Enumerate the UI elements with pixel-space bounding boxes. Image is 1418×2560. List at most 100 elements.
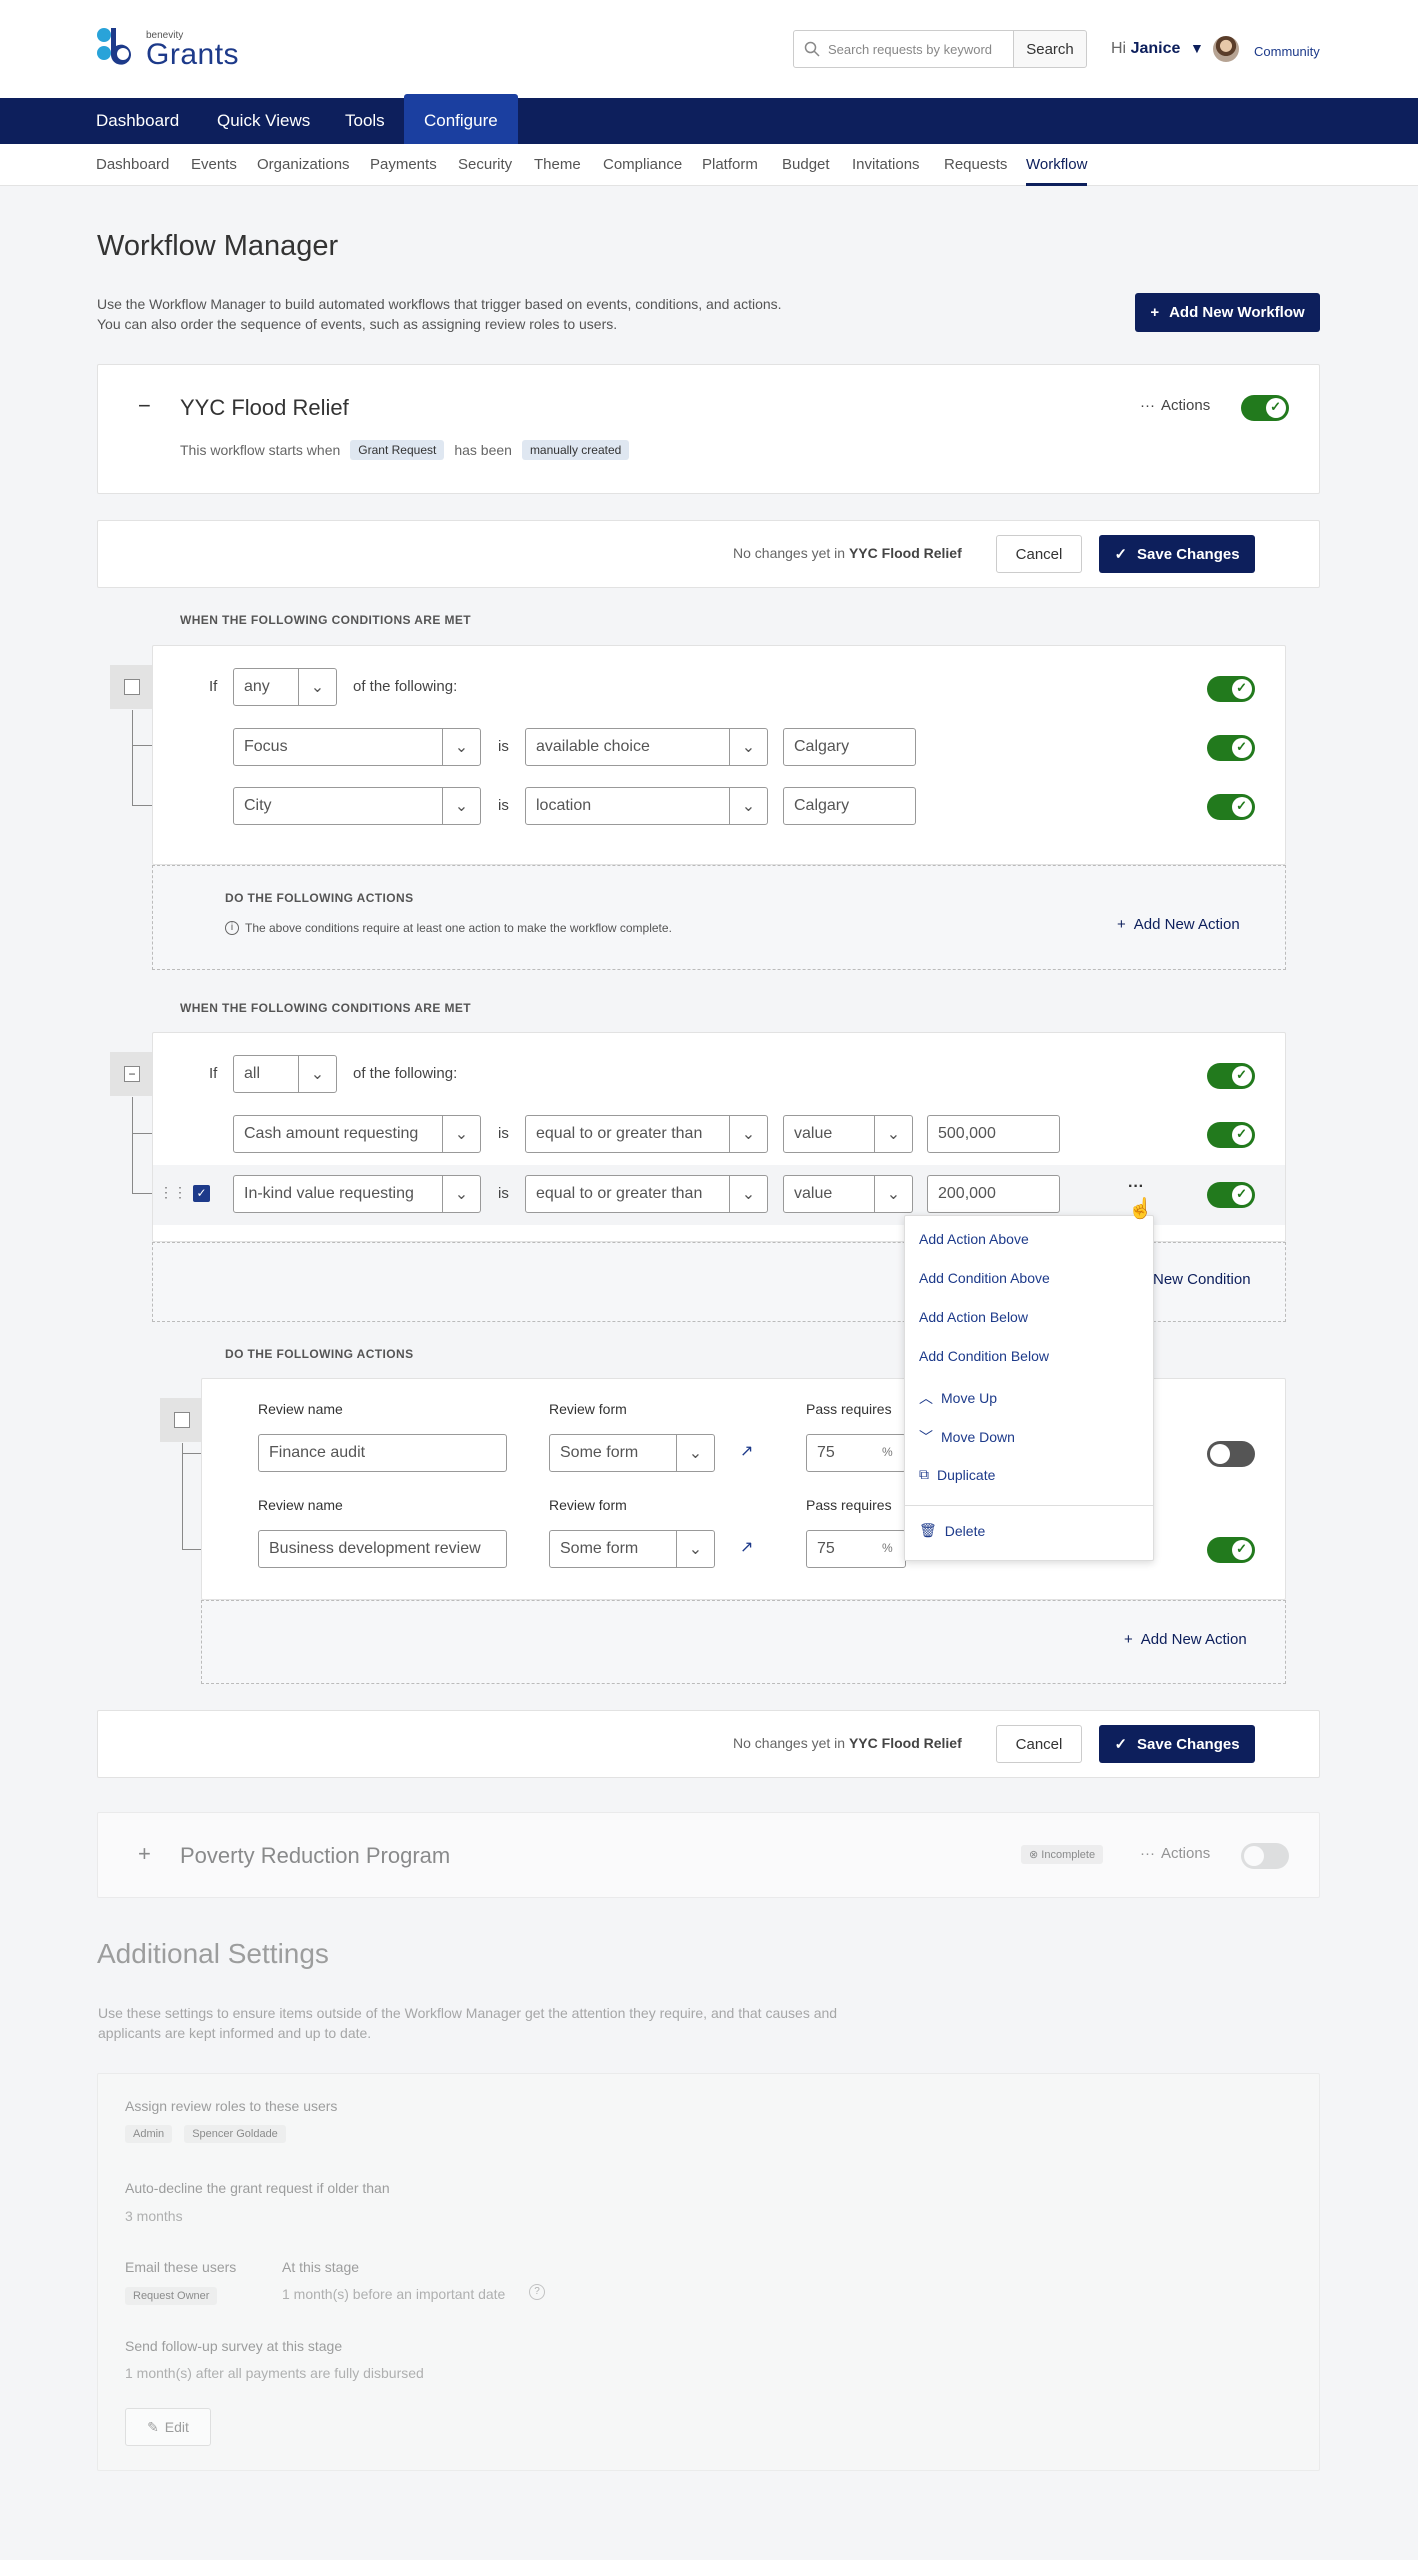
field-select[interactable]: Focus ⌄ <box>233 728 481 766</box>
app-header: benevity Grants Search requests by keywo… <box>0 0 1418 98</box>
condition-toggle[interactable]: ✓ <box>1207 1063 1255 1089</box>
nav-tools[interactable]: Tools <box>345 98 385 144</box>
action-toggle[interactable]: ✓ <box>1207 1537 1255 1563</box>
menu-add-action-above[interactable]: Add Action Above <box>919 1231 1029 1247</box>
subnav-platform[interactable]: Platform <box>702 144 758 186</box>
subnav-dashboard[interactable]: Dashboard <box>96 144 169 186</box>
add-new-action-button[interactable]: + Add New Action <box>1117 916 1240 933</box>
more-icon[interactable]: ··· <box>1128 1178 1144 1196</box>
workflow-toggle[interactable] <box>1241 1843 1289 1869</box>
value-input[interactable]: 200,000 <box>927 1175 1060 1213</box>
value-type-select[interactable]: value ⌄ <box>783 1115 913 1153</box>
row-checkbox[interactable]: ✓ <box>193 1185 210 1202</box>
menu-delete[interactable]: 🗑 Delete <box>919 1522 985 1539</box>
save-bar: No changes yet in YYC Flood Relief Cance… <box>97 520 1320 588</box>
trigger-tag[interactable]: manually created <box>521 440 630 460</box>
search-placeholder: Search requests by keyword <box>828 41 993 57</box>
condition-toggle[interactable]: ✓ <box>1207 1122 1255 1148</box>
field-select[interactable]: Cash amount requesting ⌄ <box>233 1115 481 1153</box>
menu-add-condition-below[interactable]: Add Condition Below <box>919 1348 1049 1364</box>
condition-toggle[interactable]: ✓ <box>1207 735 1255 761</box>
subnav-invitations[interactable]: Invitations <box>852 144 920 186</box>
review-form-select[interactable]: Some form ⌄ <box>549 1530 715 1568</box>
subnav-security[interactable]: Security <box>458 144 512 186</box>
subnav-budget[interactable]: Budget <box>782 144 830 186</box>
operator-select[interactable]: available choice ⌄ <box>525 728 768 766</box>
save-changes-button[interactable]: ✓ Save Changes <box>1099 535 1255 573</box>
field-select[interactable]: In-kind value requesting ⌄ <box>233 1175 481 1213</box>
subnav-events[interactable]: Events <box>191 144 237 186</box>
workflow-toggle[interactable]: ✓ <box>1241 395 1289 421</box>
subnav-requests[interactable]: Requests <box>944 144 1007 186</box>
group-checkbox[interactable]: − <box>110 1052 154 1096</box>
condition-toggle[interactable]: ✓ <box>1207 1182 1255 1208</box>
actions-menu[interactable]: ··· Actions <box>1140 397 1210 414</box>
save-changes-button[interactable]: ✓ Save Changes <box>1099 1725 1255 1763</box>
collapse-icon[interactable]: − <box>138 393 151 419</box>
menu-duplicate[interactable]: ⧉ Duplicate <box>919 1466 995 1483</box>
nav-configure[interactable]: Configure <box>404 94 518 144</box>
save-bar: No changes yet in YYC Flood Relief Cance… <box>97 1710 1320 1778</box>
menu-add-action-below[interactable]: Add Action Below <box>919 1309 1028 1325</box>
actions-menu[interactable]: ··· Actions <box>1140 1845 1210 1862</box>
avatar[interactable] <box>1213 36 1239 62</box>
subnav-theme[interactable]: Theme <box>534 144 581 186</box>
chevron-down-icon: ⌄ <box>310 679 325 696</box>
page-title: Workflow Manager <box>97 230 339 262</box>
subnav-compliance[interactable]: Compliance <box>603 144 682 186</box>
search-button[interactable]: Search <box>1013 30 1087 68</box>
menu-move-up[interactable]: ︿ Move Up <box>919 1388 997 1408</box>
subnav-organizations[interactable]: Organizations <box>257 144 350 186</box>
conditions-label: WHEN THE FOLLOWING CONDITIONS ARE MET <box>180 1001 472 1015</box>
edit-icon: ✎ <box>147 2418 159 2435</box>
additional-settings-title: Additional Settings <box>97 1938 329 1969</box>
review-form-select[interactable]: Some form ⌄ <box>549 1434 715 1472</box>
group-checkbox[interactable] <box>110 665 154 709</box>
expand-icon[interactable]: + <box>138 1841 151 1867</box>
field-select[interactable]: City ⌄ <box>233 787 481 825</box>
conditions-label: WHEN THE FOLLOWING CONDITIONS ARE MET <box>180 613 472 627</box>
user-menu-caret-icon[interactable]: ▼ <box>1190 40 1204 56</box>
action-toggle[interactable] <box>1207 1441 1255 1467</box>
subnav-payments[interactable]: Payments <box>370 144 437 186</box>
cancel-button[interactable]: Cancel <box>996 1725 1082 1763</box>
workflow-title: Poverty Reduction Program <box>180 1843 451 1868</box>
value-input[interactable]: 500,000 <box>927 1115 1060 1153</box>
cancel-button[interactable]: Cancel <box>996 535 1082 573</box>
add-new-action-button[interactable]: + Add New Action <box>1124 1631 1247 1648</box>
community-link[interactable]: Community <box>1254 44 1320 59</box>
actions-label: DO THE FOLLOWING ACTIONS <box>225 1347 414 1361</box>
help-icon[interactable]: ? <box>529 2284 545 2300</box>
operator-select[interactable]: equal to or greater than ⌄ <box>525 1115 768 1153</box>
operator-select[interactable]: location ⌄ <box>525 787 768 825</box>
condition-toggle[interactable]: ✓ <box>1207 794 1255 820</box>
nav-quick-views[interactable]: Quick Views <box>217 98 310 144</box>
review-name-input[interactable]: Finance audit <box>258 1434 507 1472</box>
add-new-workflow-button[interactable]: + Add New Workflow <box>1135 293 1320 332</box>
trash-icon: 🗑 <box>919 1522 937 1538</box>
menu-move-down[interactable]: ﹀ Move Down <box>919 1427 1015 1447</box>
value-input[interactable]: Calgary <box>783 728 916 766</box>
match-mode-select[interactable]: all ⌄ <box>233 1055 337 1093</box>
actions-note: i The above conditions require at least o… <box>225 921 672 935</box>
menu-add-condition-above[interactable]: Add Condition Above <box>919 1270 1050 1286</box>
action-group-checkbox[interactable] <box>160 1398 204 1442</box>
trigger-tag[interactable]: Grant Request <box>350 440 445 460</box>
external-link-icon[interactable]: ↗ <box>740 1537 753 1557</box>
edit-button[interactable]: ✎ Edit <box>125 2408 211 2446</box>
add-new-condition-button[interactable]: New Condition <box>1153 1271 1251 1288</box>
review-name-input[interactable]: Business development review <box>258 1530 507 1568</box>
external-link-icon[interactable]: ↗ <box>740 1441 753 1461</box>
subnav-workflow[interactable]: Workflow <box>1026 144 1088 186</box>
additional-settings-card: Assign review roles to these users Admin… <box>97 2073 1320 2471</box>
operator-select[interactable]: equal to or greater than ⌄ <box>525 1175 768 1213</box>
value-type-select[interactable]: value ⌄ <box>783 1175 913 1213</box>
match-mode-select[interactable]: any ⌄ <box>233 668 337 706</box>
condition-toggle[interactable]: ✓ <box>1207 676 1255 702</box>
sub-nav: Dashboard Events Organizations Payments … <box>0 144 1418 186</box>
value-input[interactable]: Calgary <box>783 787 916 825</box>
nav-dashboard[interactable]: Dashboard <box>96 98 179 144</box>
user-name: Janice <box>1130 40 1181 57</box>
search-input[interactable]: Search requests by keyword <box>793 30 1014 68</box>
drag-handle-icon[interactable]: ⋮⋮ <box>159 1184 187 1201</box>
